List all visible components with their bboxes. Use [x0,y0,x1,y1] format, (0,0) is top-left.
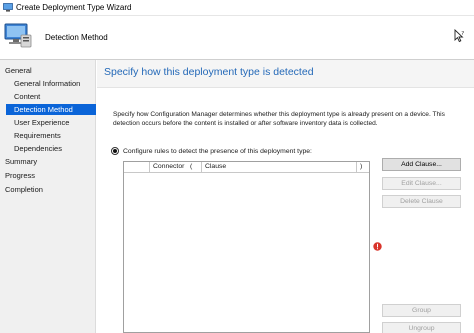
column-header-connector[interactable]: Connector [153,162,184,172]
column-separator[interactable] [356,162,357,172]
nav-item-summary[interactable]: Summary [5,156,85,167]
wizard-nav: General General Information Content Dete… [0,60,96,333]
heading-band: Specify how this deployment type is dete… [97,60,474,88]
column-header-close-paren[interactable]: ) [360,162,362,172]
app-icon [3,3,13,12]
radio-selected-dot [113,149,117,153]
computer-wizard-icon [4,23,32,48]
clause-grid-header: Connector ( Clause ) [124,162,369,173]
page-heading: Specify how this deployment type is dete… [104,66,314,78]
configure-rules-option[interactable]: Configure rules to detect the presence o… [111,146,312,156]
help-cursor-icon[interactable]: ? [452,29,466,43]
delete-clause-button[interactable]: Delete Clause [382,195,461,208]
nav-item-content[interactable]: Content [14,91,94,102]
group-button[interactable]: Group [382,304,461,317]
add-clause-button[interactable]: Add Clause... [382,158,461,171]
nav-item-requirements[interactable]: Requirements [14,130,94,141]
column-separator[interactable] [149,162,150,172]
edit-clause-button[interactable]: Edit Clause... [382,177,461,190]
nav-item-completion[interactable]: Completion [5,184,85,195]
nav-item-general[interactable]: General [5,65,65,76]
wizard-header: Detection Method ? [0,16,474,60]
ungroup-button[interactable]: Ungroup [382,322,461,333]
nav-item-user-experience[interactable]: User Experience [14,117,94,128]
main-panel: Specify how this deployment type is dete… [97,60,474,333]
column-header-open-paren[interactable]: ( [190,162,192,172]
window-titlebar: Create Deployment Type Wizard [0,0,474,16]
clause-grid[interactable]: Connector ( Clause ) [123,161,370,333]
step-title: Detection Method [45,33,108,42]
configure-rules-label: Configure rules to detect the presence o… [123,147,312,155]
nav-item-dependencies[interactable]: Dependencies [14,143,94,154]
svg-text:?: ? [461,31,464,37]
nav-item-general-information[interactable]: General Information [14,78,94,89]
nav-item-detection-method[interactable]: Detection Method [6,104,96,115]
detection-description: Specify how Configuration Manager determ… [113,111,445,127]
configure-rules-radio[interactable] [111,147,119,155]
column-header-clause[interactable]: Clause [205,162,226,172]
window-title: Create Deployment Type Wizard [16,3,132,12]
validation-error-icon [373,242,382,251]
column-separator[interactable] [201,162,202,172]
nav-item-progress[interactable]: Progress [5,170,85,181]
